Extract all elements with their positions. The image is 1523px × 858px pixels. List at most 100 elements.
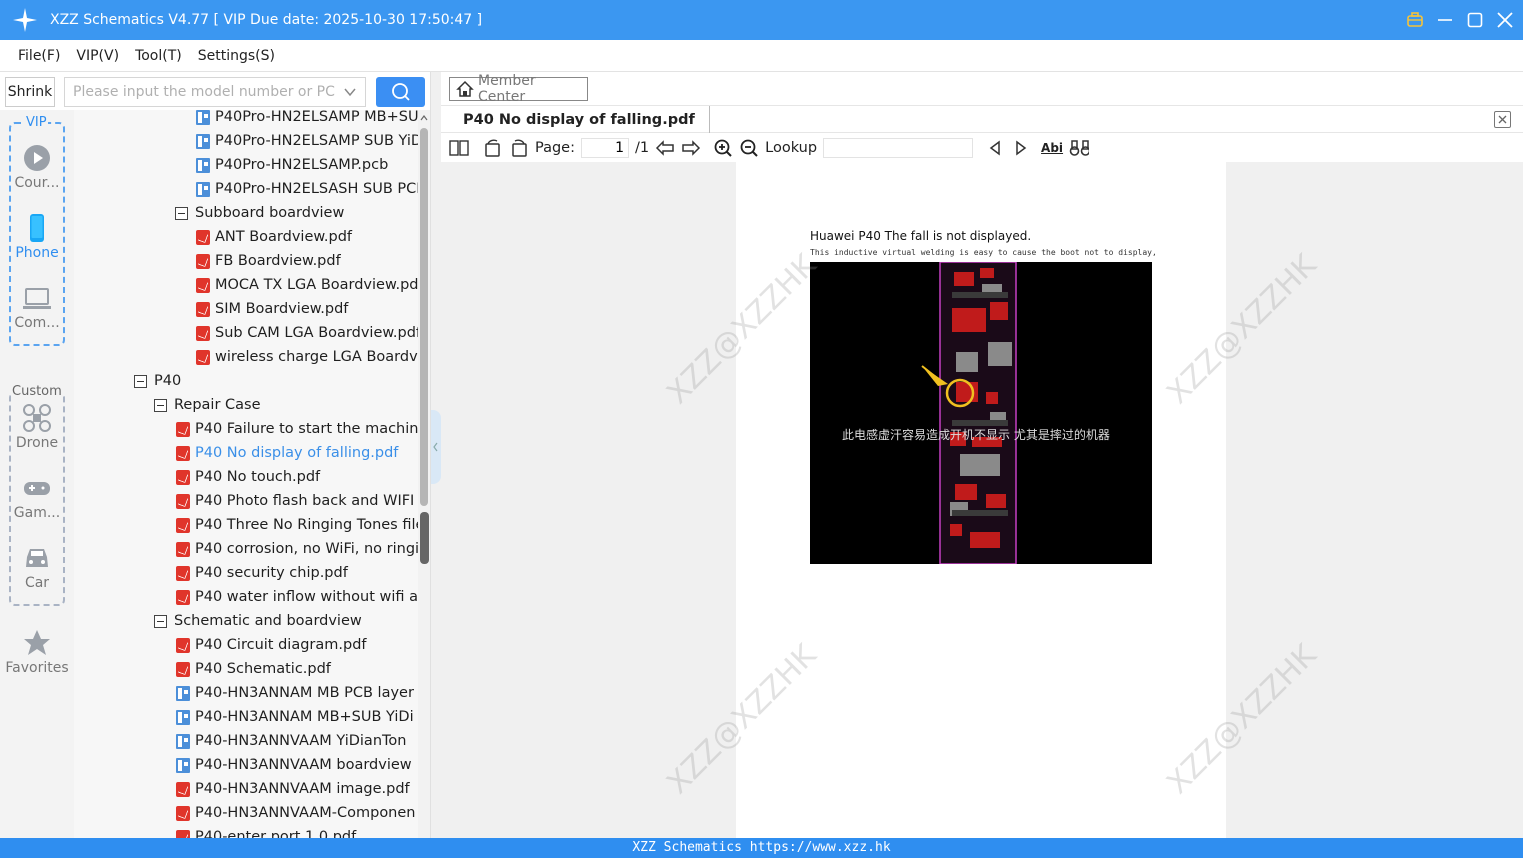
category-sidebar: VIP Custom Cour... Phone Com... Drone Ga… — [0, 110, 74, 838]
tree-file[interactable]: P40Pro-HN2ELSASH SUB PCB la — [196, 177, 418, 201]
tree-file[interactable]: P40 No touch.pdf — [176, 465, 320, 489]
category-car[interactable]: Car — [0, 543, 74, 591]
tree-folder[interactable]: Schematic and boardview — [154, 609, 362, 633]
tree-file[interactable]: P40Pro-HN2ELSAMP.pcb — [196, 153, 388, 177]
close-button[interactable] — [1495, 10, 1515, 30]
pcb-file-icon — [196, 133, 210, 149]
menu-tool[interactable]: Tool(T) — [135, 48, 182, 64]
collapse-toggle-icon[interactable] — [175, 206, 188, 220]
zoom-out-icon[interactable] — [739, 138, 759, 158]
match-case-button[interactable]: Abi — [1041, 141, 1063, 155]
category-computer[interactable]: Com... — [0, 283, 74, 331]
briefcase-icon[interactable] — [1405, 10, 1425, 30]
chevron-down-icon[interactable] — [343, 85, 357, 103]
pdf-file-icon — [176, 805, 190, 821]
find-previous-icon[interactable] — [985, 138, 1005, 158]
maximize-button[interactable] — [1465, 10, 1485, 30]
search-combobox[interactable] — [64, 77, 366, 107]
tree-file[interactable]: P40-HN3ANNVAAM image.pdf — [176, 777, 410, 801]
panel-splitter[interactable] — [430, 72, 441, 838]
tree-file[interactable]: MOCA TX LGA Boardview.pd — [196, 273, 418, 297]
pdf-viewer[interactable]: Huawei P40 The fall is not displayed. Th… — [441, 162, 1523, 838]
tree-folder[interactable]: Repair Case — [154, 393, 261, 417]
tree-item-label: P40-HN3ANNVAAM-Componen — [195, 805, 416, 821]
two-page-view-icon[interactable] — [449, 138, 469, 158]
tree-file[interactable]: P40 Failure to start the machine — [176, 417, 418, 441]
category-phone[interactable]: Phone — [0, 213, 74, 261]
collapse-toggle-icon[interactable] — [154, 398, 167, 412]
tree-item-label: Schematic and boardview — [174, 613, 362, 629]
pdf-file-icon — [196, 325, 210, 341]
binoculars-icon[interactable] — [1069, 138, 1090, 158]
lookup-input[interactable] — [823, 138, 974, 158]
tree-file[interactable]: P40 Three No Ringing Tones file — [176, 513, 418, 537]
search-button[interactable] — [376, 77, 425, 107]
tree-file[interactable]: P40-enter port 1.0.pdf — [176, 825, 356, 838]
previous-page-icon[interactable] — [655, 138, 675, 158]
tree-item-label: ANT Boardview.pdf — [215, 229, 353, 245]
tree-file[interactable]: P40-HN3ANNAM MB PCB layer — [176, 681, 414, 705]
minimize-button[interactable] — [1435, 10, 1455, 30]
document-tab[interactable]: P40 No display of falling.pdf — [449, 106, 710, 133]
tree-file[interactable]: P40 Photo flash back and WIFI c — [176, 489, 418, 513]
tree-item-label: Sub CAM LGA Boardview.pdf — [215, 325, 418, 341]
tree-item-label: P40 No touch.pdf — [195, 469, 321, 485]
pdf-file-icon — [176, 565, 190, 581]
find-next-icon[interactable] — [1011, 138, 1031, 158]
tree-file[interactable]: SIM Boardview.pdf — [196, 297, 348, 321]
rotate-right-icon[interactable] — [509, 138, 529, 158]
collapse-toggle-icon[interactable] — [154, 614, 167, 628]
watermark: XZZ@XZZHK — [660, 247, 824, 412]
menu-settings[interactable]: Settings(S) — [198, 48, 275, 64]
category-favorites[interactable]: Favorites — [0, 628, 74, 676]
tree-file[interactable]: P40-HN3ANNVAAM boardview — [176, 753, 412, 777]
tree-file[interactable]: P40 No display of falling.pdf — [176, 441, 398, 465]
tree-file[interactable]: P40 Schematic.pdf — [176, 657, 331, 681]
tree-file[interactable]: wireless charge LGA Boardvie — [196, 345, 418, 369]
member-center-button[interactable]: Member Center — [449, 73, 588, 105]
category-course[interactable]: Cour... — [0, 143, 74, 191]
tree-item-label: P40 water inflow without wifi an — [195, 589, 418, 605]
menu-file[interactable]: File(F) — [18, 48, 60, 64]
category-drone[interactable]: Drone — [0, 403, 74, 451]
shrink-button[interactable]: Shrink — [5, 77, 55, 107]
tree-item-label: Subboard boardview — [195, 205, 345, 221]
tree-item-label: wireless charge LGA Boardvie — [215, 349, 418, 365]
tree-file[interactable]: ANT Boardview.pdf — [196, 225, 352, 249]
tree-file[interactable]: P40 security chip.pdf — [176, 561, 348, 585]
pdf-file-icon — [176, 781, 190, 797]
tree-file[interactable]: P40Pro-HN2ELSAMP SUB YiDia — [196, 129, 418, 153]
tree-folder[interactable]: Subboard boardview — [175, 201, 344, 225]
search-icon — [391, 83, 410, 101]
search-input[interactable] — [73, 84, 335, 100]
pdf-file-icon — [196, 229, 210, 245]
tree-file[interactable]: P40 Circuit diagram.pdf — [176, 633, 367, 657]
collapse-toggle-icon[interactable] — [134, 374, 147, 388]
collapse-tab[interactable] — [431, 410, 441, 484]
panel-scrollbar-thumb[interactable] — [420, 512, 429, 564]
menu-vip[interactable]: VIP(V) — [76, 48, 119, 64]
pdf-file-icon — [176, 541, 190, 557]
tree-item-label: P40 Circuit diagram.pdf — [195, 637, 367, 653]
zoom-in-icon[interactable] — [713, 138, 733, 158]
page-number-input[interactable] — [581, 138, 629, 158]
tree-file[interactable]: P40-HN3ANNAM MB+SUB YiDi — [176, 705, 414, 729]
tree-scrollbar-thumb[interactable] — [420, 128, 428, 506]
tree-file[interactable]: P40 corrosion, no WiFi, no ringi — [176, 537, 418, 561]
scroll-up-icon[interactable] — [420, 114, 428, 122]
rotate-left-icon[interactable] — [483, 138, 503, 158]
category-game[interactable]: Gam... — [0, 473, 74, 521]
tree-item-label: SIM Boardview.pdf — [215, 301, 349, 317]
category-label: Cour... — [14, 175, 60, 191]
tree-file[interactable]: P40-HN3ANNVAAM-Componen — [176, 801, 416, 825]
tree-file[interactable]: P40 water inflow without wifi an — [176, 585, 418, 609]
tree-folder[interactable]: P40 — [134, 369, 181, 393]
tree-file[interactable]: FB Boardview.pdf — [196, 249, 341, 273]
next-page-icon[interactable] — [681, 138, 701, 158]
tree-file[interactable]: P40Pro-HN2ELSAMP MB+SUB l — [196, 110, 418, 129]
tree-scrollbar[interactable] — [418, 110, 430, 838]
close-document-icon[interactable] — [1494, 111, 1511, 128]
tree-file[interactable]: Sub CAM LGA Boardview.pdf — [196, 321, 418, 345]
pdf-subheading: This inductive virtual welding is easy t… — [810, 248, 1157, 257]
tree-file[interactable]: P40-HN3ANNVAAM YiDianTon — [176, 729, 406, 753]
